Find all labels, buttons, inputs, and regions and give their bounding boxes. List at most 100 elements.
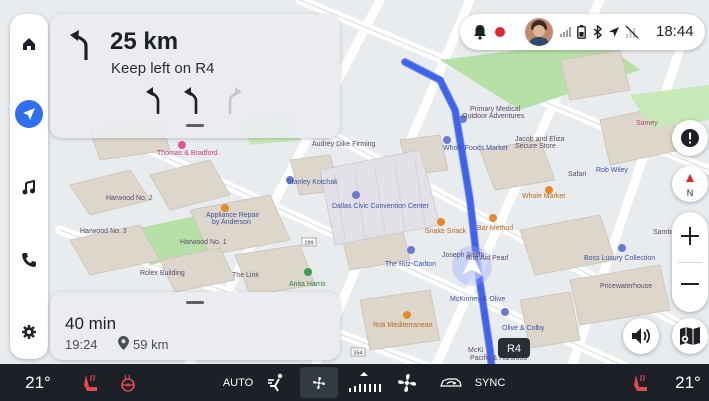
trip-summary-card[interactable]: 40 min 19:24 59 km bbox=[50, 292, 340, 360]
settings-icon bbox=[22, 325, 36, 339]
remaining-distance: 59 km bbox=[133, 337, 169, 352]
alert-icon bbox=[681, 129, 699, 147]
left-seat-heat-button[interactable] bbox=[76, 364, 104, 401]
recording-dot-icon bbox=[495, 27, 505, 37]
map-label: Secure Store bbox=[515, 143, 556, 150]
no-signal-icon bbox=[625, 25, 639, 39]
map-label: Olive & Colby bbox=[502, 325, 545, 332]
volume-icon bbox=[632, 328, 651, 344]
report-incident-button[interactable] bbox=[672, 120, 708, 156]
avatar[interactable] bbox=[525, 18, 553, 46]
clock: 18:44 bbox=[656, 23, 694, 40]
map-label: Anita Harris bbox=[289, 281, 326, 288]
lane-arrow-inactive-icon bbox=[228, 87, 242, 114]
status-bar: 18:44 bbox=[460, 14, 705, 50]
road-number-354: 354 bbox=[353, 351, 362, 357]
map-label: Rob Wiley bbox=[596, 167, 628, 174]
location-pin-icon bbox=[118, 336, 129, 350]
road-shield-label: R4 bbox=[507, 343, 521, 355]
maneuver-instruction: Keep left on R4 bbox=[111, 60, 215, 77]
home-button[interactable] bbox=[15, 30, 43, 58]
keep-left-arrow-icon bbox=[70, 30, 88, 60]
music-icon bbox=[22, 180, 35, 195]
map-label: Harwood No. 2 bbox=[106, 195, 153, 202]
road-number-289: 289 bbox=[304, 241, 313, 247]
map-label: Bar Method bbox=[477, 225, 513, 232]
drag-handle[interactable] bbox=[186, 124, 204, 127]
arrival-time: 19:24 bbox=[65, 337, 98, 352]
fan-low-button[interactable] bbox=[300, 367, 338, 398]
zoom-divider bbox=[678, 262, 702, 263]
settings-button[interactable] bbox=[15, 318, 43, 346]
map-label: Rite Aid Pearl bbox=[466, 255, 509, 262]
map-settings-icon bbox=[680, 327, 700, 345]
sidebar bbox=[10, 14, 48, 359]
climate-bar: 21° AUTO SYNC 21° bbox=[0, 364, 709, 401]
map-label: Primary Medical bbox=[470, 106, 521, 113]
bell-icon[interactable] bbox=[473, 24, 487, 40]
compass-label: N bbox=[686, 188, 694, 198]
map-label: Dallas Civic Convention Center bbox=[332, 203, 430, 210]
airflow-button[interactable] bbox=[262, 364, 290, 401]
map-label: Audrey Dike Firming bbox=[312, 141, 376, 148]
map-label: The Link bbox=[232, 272, 259, 279]
map-label: Boss Luxury Collection bbox=[584, 255, 655, 262]
lane-guidance bbox=[145, 86, 255, 114]
fan-speed-indicator[interactable] bbox=[342, 364, 386, 401]
lane-arrow-icon bbox=[184, 87, 198, 114]
trip-duration: 40 min bbox=[65, 314, 117, 333]
map-label: Samey bbox=[636, 120, 658, 127]
map-label: McKi bbox=[468, 347, 484, 354]
sync-button[interactable]: SYNC bbox=[470, 364, 510, 401]
map-label: The Ritz-Carlton bbox=[385, 261, 436, 268]
seat-heat-icon bbox=[84, 374, 97, 391]
maneuver-distance: 25 km bbox=[110, 28, 179, 55]
fan-low-icon bbox=[313, 376, 325, 389]
battery-icon bbox=[577, 25, 586, 39]
fan-high-icon bbox=[398, 373, 416, 392]
home-icon bbox=[23, 38, 35, 50]
map-label: Outdoor Adventures bbox=[462, 113, 525, 120]
navigation-button[interactable] bbox=[15, 100, 43, 128]
navigation-icon bbox=[23, 108, 35, 120]
auto-button[interactable]: AUTO bbox=[218, 364, 258, 401]
bluetooth-icon bbox=[593, 25, 602, 39]
map-label: Whole Market bbox=[522, 193, 565, 200]
map-label: Harwood No. 1 bbox=[180, 239, 227, 246]
airflow-person-icon bbox=[268, 373, 283, 392]
right-seat-heat-button[interactable] bbox=[626, 364, 654, 401]
map-label: Jacob and Eliza bbox=[515, 136, 565, 143]
lane-arrow-icon bbox=[146, 87, 160, 114]
zoom-out-icon[interactable] bbox=[680, 274, 700, 294]
map-label: Whole Foods Market bbox=[443, 145, 508, 152]
music-button[interactable] bbox=[15, 174, 43, 202]
steering-wheel-heat-icon bbox=[121, 374, 135, 392]
drag-handle[interactable] bbox=[186, 301, 204, 304]
steering-heat-button[interactable] bbox=[114, 364, 142, 401]
map-layers-button[interactable] bbox=[672, 318, 708, 354]
map-label: Appliance Repair bbox=[206, 212, 260, 219]
seat-heat-icon bbox=[634, 374, 647, 391]
voice-guidance-button[interactable] bbox=[623, 318, 659, 354]
signal-icon bbox=[560, 27, 571, 37]
fan-level-icon bbox=[349, 371, 381, 392]
recirculation-button[interactable] bbox=[436, 364, 466, 401]
zoom-in-icon[interactable] bbox=[680, 226, 700, 246]
phone-button[interactable] bbox=[15, 246, 43, 274]
right-temperature[interactable]: 21° bbox=[668, 364, 708, 401]
map-label: by Anderson bbox=[212, 219, 251, 226]
car-recirculation-icon bbox=[440, 377, 462, 387]
map-label: Roti Mediterranean bbox=[373, 322, 433, 329]
location-icon bbox=[609, 27, 619, 37]
map-label: McKinney & Olive bbox=[450, 296, 505, 303]
map-label: Stanley Kotchak bbox=[287, 179, 338, 186]
map-label: Snake Snack bbox=[425, 228, 467, 235]
map-label: Rolex Building bbox=[140, 270, 185, 277]
map-label: Thomas & Bradford bbox=[157, 150, 218, 157]
left-temperature[interactable]: 21° bbox=[18, 364, 58, 401]
turn-instruction-card[interactable]: 25 km Keep left on R4 bbox=[50, 14, 340, 138]
fan-high-button[interactable] bbox=[392, 364, 422, 401]
phone-icon bbox=[22, 253, 36, 267]
compass-button[interactable]: N bbox=[672, 166, 708, 202]
map-label: Harwood No. 3 bbox=[80, 228, 127, 235]
